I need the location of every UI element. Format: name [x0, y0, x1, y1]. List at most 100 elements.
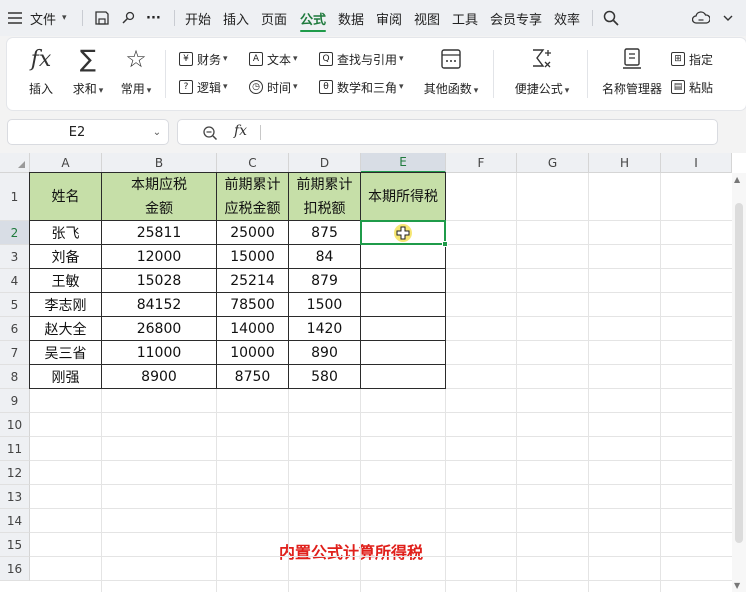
time-button[interactable]: ◷ 时间 ▾ — [249, 77, 298, 97]
cell-c2[interactable]: 25000 — [217, 221, 289, 245]
other-functions-button[interactable]: 其他函数 ▾ — [419, 38, 483, 110]
row-header-1[interactable]: 1 — [0, 173, 30, 221]
tab-page[interactable]: 页面 — [261, 0, 287, 36]
cell-b6[interactable]: 26800 — [102, 317, 217, 341]
cell-a5[interactable]: 李志刚 — [30, 293, 102, 317]
cell-a8[interactable]: 刚强 — [30, 365, 102, 389]
sum-button[interactable]: ∑ 求和 ▾ — [65, 38, 111, 110]
link-icon[interactable] — [120, 0, 136, 36]
row-header-13[interactable]: 13 — [0, 485, 30, 509]
cell-a3[interactable]: 刘备 — [30, 245, 102, 269]
column-header-i[interactable]: I — [661, 153, 732, 173]
cell-b7[interactable]: 11000 — [102, 341, 217, 365]
row-header-10[interactable]: 10 — [0, 413, 30, 437]
expand-icon[interactable] — [722, 0, 734, 36]
cell-a4[interactable]: 王敏 — [30, 269, 102, 293]
header-cell-c1[interactable]: 前期累计 应税金额 — [217, 173, 289, 221]
math-button[interactable]: θ 数学和三角 ▾ — [319, 77, 404, 97]
row-header-2[interactable]: 2 — [0, 221, 30, 245]
column-header-a[interactable]: A — [30, 153, 102, 173]
vertical-scrollbar[interactable]: ▲ ▼ — [732, 173, 746, 592]
cell-b4[interactable]: 15028 — [102, 269, 217, 293]
cell-e6[interactable] — [361, 317, 446, 341]
tab-home[interactable]: 开始 — [185, 0, 211, 36]
chevron-down-icon[interactable]: ⌄ — [146, 127, 168, 138]
row-header-12[interactable]: 12 — [0, 461, 30, 485]
cell-d4[interactable]: 879 — [289, 269, 361, 293]
tab-efficiency[interactable]: 效率 — [554, 0, 580, 36]
lookup-button[interactable]: Q 查找与引用 ▾ — [319, 49, 404, 69]
zoom-search-icon[interactable] — [202, 125, 218, 144]
cell-d3[interactable]: 84 — [289, 245, 361, 269]
row-header-15[interactable]: 15 — [0, 533, 30, 557]
cell-d5[interactable]: 1500 — [289, 293, 361, 317]
finance-button[interactable]: ¥ 财务 ▾ — [179, 49, 228, 69]
row-header-9[interactable]: 9 — [0, 389, 30, 413]
column-header-b[interactable]: B — [102, 153, 217, 173]
search-icon[interactable] — [603, 0, 619, 36]
row-header-5[interactable]: 5 — [0, 293, 30, 317]
more-icon[interactable]: ··· — [146, 0, 161, 36]
column-header-h[interactable]: H — [589, 153, 661, 173]
cell-b8[interactable]: 8900 — [102, 365, 217, 389]
header-cell-e1[interactable]: 本期所得税 — [361, 173, 446, 221]
file-menu[interactable]: 文件 ▾ — [30, 0, 67, 36]
cell-c5[interactable]: 78500 — [217, 293, 289, 317]
tab-formula[interactable]: 公式 — [300, 0, 327, 36]
fx-icon[interactable]: fx — [234, 123, 247, 139]
tab-tools[interactable]: 工具 — [452, 0, 478, 36]
cell-e8[interactable] — [361, 365, 446, 389]
cell-c3[interactable]: 15000 — [217, 245, 289, 269]
specify-button[interactable]: ⊞ 指定 — [671, 49, 713, 69]
cell-b5[interactable]: 84152 — [102, 293, 217, 317]
cell-b2[interactable]: 25811 — [102, 221, 217, 245]
cell-e4[interactable] — [361, 269, 446, 293]
cell-a6[interactable]: 赵大全 — [30, 317, 102, 341]
column-header-d[interactable]: D — [289, 153, 361, 173]
menu-icon[interactable] — [8, 0, 22, 36]
save-icon[interactable] — [94, 0, 110, 36]
tab-view[interactable]: 视图 — [414, 0, 440, 36]
select-all-corner[interactable] — [0, 153, 30, 173]
column-header-e[interactable]: E — [361, 153, 446, 173]
tab-review[interactable]: 审阅 — [376, 0, 402, 36]
row-header-6[interactable]: 6 — [0, 317, 30, 341]
cell-b3[interactable]: 12000 — [102, 245, 217, 269]
row-header-7[interactable]: 7 — [0, 341, 30, 365]
cell-e5[interactable] — [361, 293, 446, 317]
name-box[interactable]: E2 ⌄ — [7, 119, 169, 145]
row-header-16[interactable]: 16 — [0, 557, 30, 581]
header-cell-b1[interactable]: 本期应税 金额 — [102, 173, 217, 221]
header-cell-a1[interactable]: 姓名 — [30, 173, 102, 221]
tab-insert[interactable]: 插入 — [223, 0, 249, 36]
name-manager-button[interactable]: 名称管理器 — [595, 38, 669, 110]
cell-e7[interactable] — [361, 341, 446, 365]
logic-button[interactable]: ? 逻辑 ▾ — [179, 77, 228, 97]
cell-d6[interactable]: 1420 — [289, 317, 361, 341]
row-header-3[interactable]: 3 — [0, 245, 30, 269]
cell-d2[interactable]: 875 — [289, 221, 361, 245]
scroll-up-icon[interactable]: ▲ — [734, 175, 740, 184]
tab-member[interactable]: 会员专享 — [490, 0, 542, 36]
cell-c6[interactable]: 14000 — [217, 317, 289, 341]
cell-c8[interactable]: 8750 — [217, 365, 289, 389]
cell-c4[interactable]: 25214 — [217, 269, 289, 293]
row-header-4[interactable]: 4 — [0, 269, 30, 293]
cloud-icon[interactable] — [692, 0, 710, 36]
insert-function-button[interactable]: fx 插入 — [23, 38, 59, 110]
column-header-f[interactable]: F — [446, 153, 517, 173]
cell-d8[interactable]: 580 — [289, 365, 361, 389]
cell-e3[interactable] — [361, 245, 446, 269]
scroll-thumb[interactable] — [735, 203, 743, 543]
common-functions-button[interactable]: ☆ 常用 ▾ — [113, 38, 159, 110]
column-header-c[interactable]: C — [217, 153, 289, 173]
row-header-8[interactable]: 8 — [0, 365, 30, 389]
row-header-14[interactable]: 14 — [0, 509, 30, 533]
text-button[interactable]: A 文本 ▾ — [249, 49, 298, 69]
row-header-11[interactable]: 11 — [0, 437, 30, 461]
spreadsheet-grid[interactable]: 内置公式计算所得税 ▲ ▼ A B C D E F G H I 1 2 3 4 5 6 7 8 9 10 11 12 13… — [0, 153, 746, 592]
formula-input[interactable]: fx — [177, 119, 718, 145]
paste-button[interactable]: ▤ 粘贴 — [671, 77, 713, 97]
cell-d7[interactable]: 890 — [289, 341, 361, 365]
header-cell-d1[interactable]: 前期累计 扣税额 — [289, 173, 361, 221]
